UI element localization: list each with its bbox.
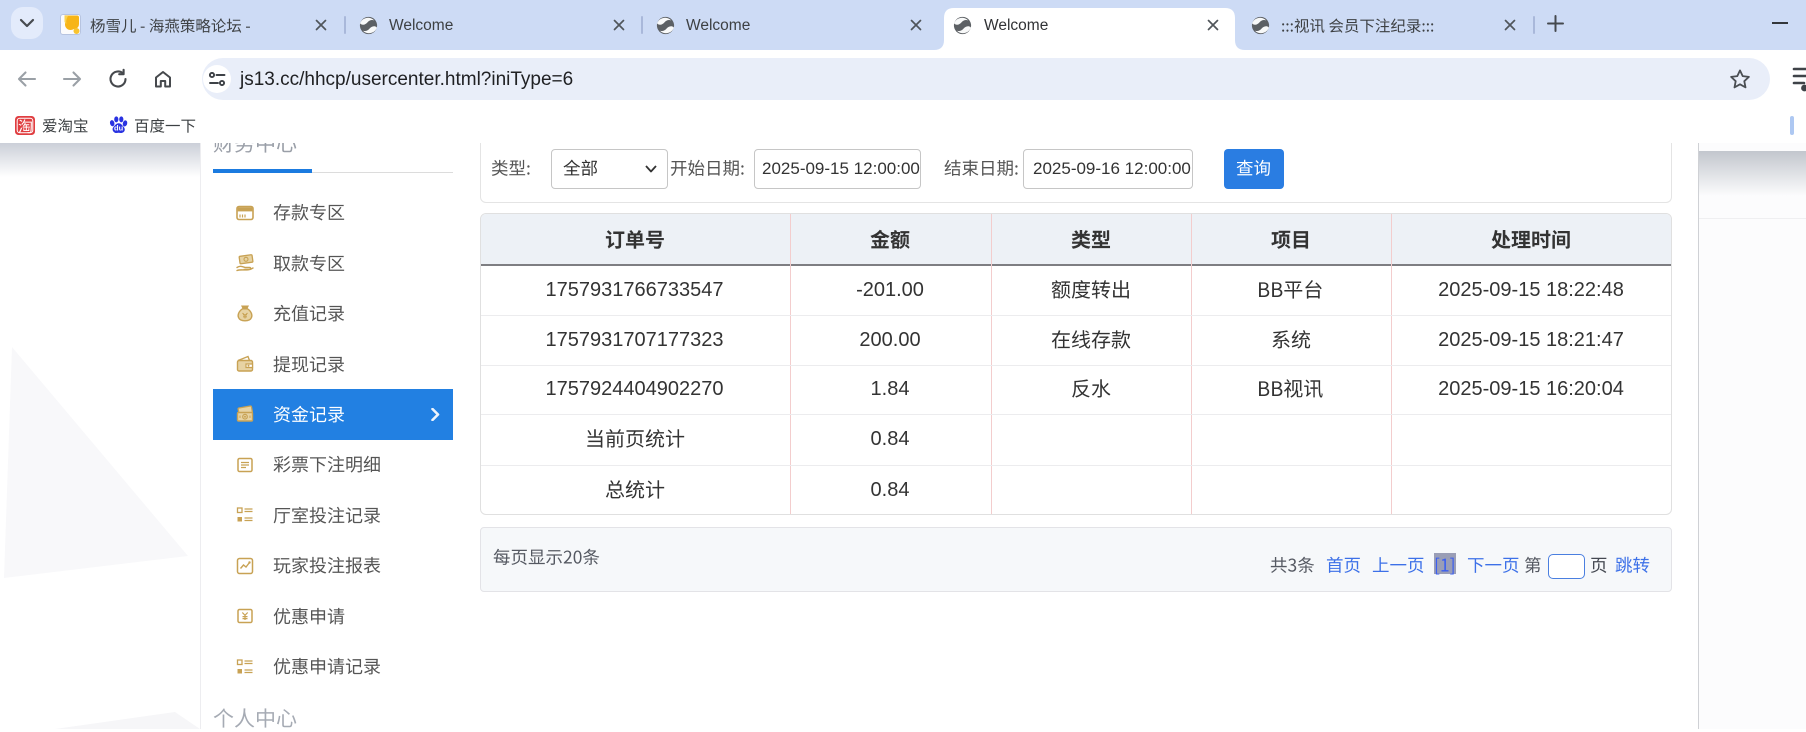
svg-text:du: du: [114, 124, 124, 133]
